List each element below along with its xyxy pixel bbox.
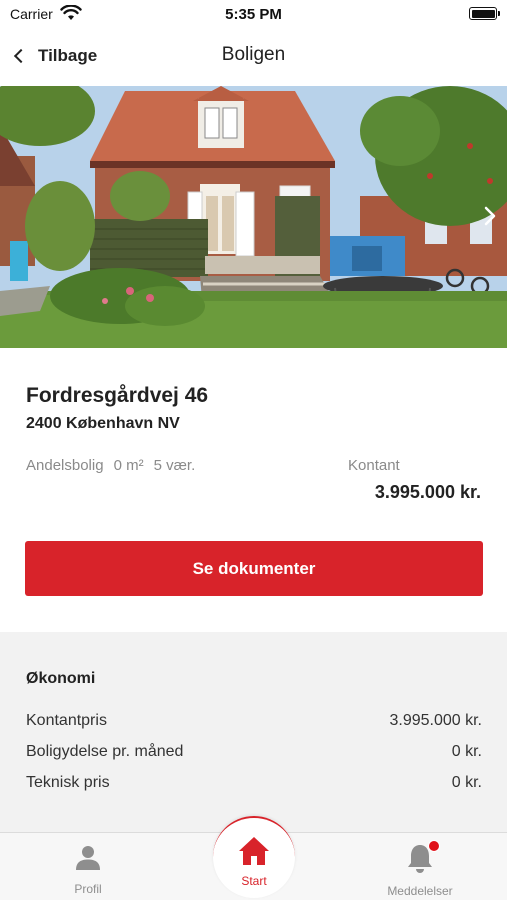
chevron-right-icon[interactable]	[483, 204, 497, 228]
economy-row-value: 3.995.000 kr.	[389, 712, 482, 729]
see-documents-button[interactable]: Se dokumenter	[25, 541, 483, 596]
property-meta: Andelsbolig 0 m² 5 vær.	[26, 457, 195, 474]
economy-row-label: Kontantpris	[26, 712, 107, 729]
tab-profile[interactable]: Profil	[28, 843, 148, 896]
property-area: 0 m²	[113, 457, 144, 474]
home-icon	[239, 837, 269, 865]
property-city: 2400 København NV	[26, 415, 180, 432]
tab-profile-label: Profil	[74, 882, 102, 896]
property-address: Fordresgårdvej 46	[26, 384, 209, 407]
economy-section: Økonomi Kontantpris 3.995.000 kr. Boligy…	[0, 632, 507, 832]
economy-row-value: 0 kr.	[451, 774, 482, 791]
economy-row-label: Teknisk pris	[26, 774, 110, 791]
person-icon	[76, 846, 100, 870]
battery-icon	[469, 7, 500, 20]
economy-row-value: 0 kr.	[451, 743, 482, 760]
price-label: Kontant	[348, 457, 400, 474]
status-time: 5:35 PM	[225, 6, 282, 23]
price-value: 3.995.000 kr.	[374, 482, 481, 502]
page-title: Boligen	[221, 44, 286, 65]
tab-messages-label: Meddelelser	[387, 884, 453, 898]
tab-messages[interactable]: Meddelelser	[360, 843, 480, 898]
house-photo[interactable]	[0, 86, 507, 348]
status-bar: Carrier 5:35 PM	[0, 0, 507, 30]
property-rooms: 5 vær.	[153, 457, 196, 474]
tab-start-label: Start	[241, 874, 267, 888]
economy-title: Økonomi	[26, 670, 96, 687]
house-illustration	[0, 86, 507, 348]
notification-badge	[428, 840, 440, 852]
property-type: Andelsbolig	[26, 457, 104, 474]
nav-bar: Tilbage Boligen	[0, 30, 507, 85]
tab-start[interactable]: Start	[213, 816, 295, 898]
economy-row-label: Boligydelse pr. måned	[26, 743, 184, 760]
